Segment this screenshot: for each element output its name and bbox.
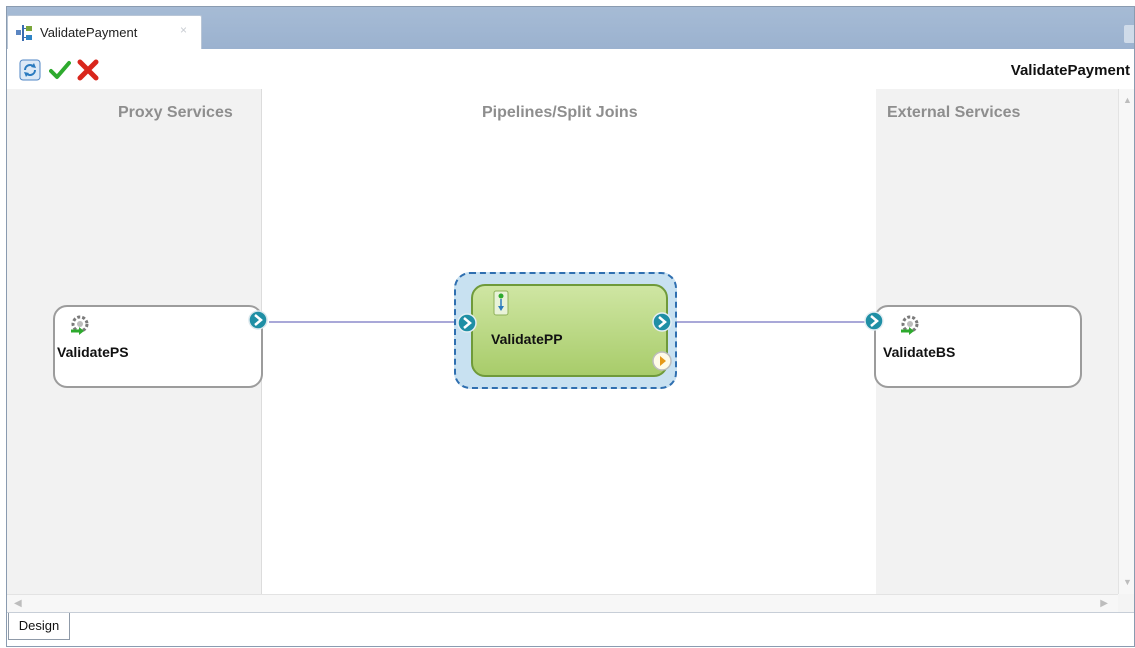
pipeline-label: ValidatePP [491,331,563,347]
design-canvas[interactable]: Proxy Services Pipelines/Split Joins Ext… [7,89,1118,594]
toolbar: ValidatePayment [7,49,1134,90]
editor-window: ValidatePayment × ValidatePayment Proxy … [6,6,1135,647]
pipeline-flow-icon [493,290,509,321]
business-service-node[interactable]: ValidateBS [874,305,1082,388]
proxy-services-title: Proxy Services [118,104,233,121]
scroll-up-icon[interactable]: ▲ [1123,95,1132,105]
tab-label: ValidatePayment [40,25,138,40]
wire-pp-to-bs[interactable] [671,321,867,323]
wire-ps-to-pp[interactable] [269,321,459,323]
proxy-service-out-port[interactable] [248,310,268,330]
pipelines-title: Pipelines/Split Joins [482,104,638,121]
gear-service-icon [67,313,93,344]
tab-design[interactable]: Design [8,613,70,640]
gear-service-icon [897,313,923,344]
vertical-scrollbar[interactable]: ▲ ▼ [1118,89,1134,594]
scroll-down-icon[interactable]: ▼ [1123,577,1132,587]
business-service-in-port[interactable] [864,311,884,331]
tab-close-icon[interactable]: × [180,23,187,37]
scroll-right-icon[interactable]: ▶ [1100,598,1108,609]
service-bus-overview-icon [16,25,34,46]
validate-check-icon[interactable] [49,59,71,81]
editor-tab-strip: ValidatePayment × [7,7,1134,49]
tab-validatepayment[interactable]: ValidatePayment × [7,15,202,49]
refresh-icon[interactable] [19,59,41,81]
external-services-title: External Services [887,104,1021,121]
composite-title: ValidatePayment [1010,62,1130,79]
tab-list-dropdown-button[interactable] [1124,25,1134,43]
business-service-label: ValidateBS [883,344,956,360]
pipeline-error-port[interactable] [652,351,672,371]
pipeline-in-port[interactable] [457,313,477,333]
horizontal-scrollbar[interactable]: ◀ ▶ [7,594,1118,613]
scroll-left-icon[interactable]: ◀ [14,598,22,609]
proxy-service-label: ValidatePS [57,344,129,360]
proxy-service-node[interactable]: ValidatePS [53,305,263,388]
editor-view-tabs: Design [7,612,1134,646]
pipeline-node[interactable]: ValidatePP [471,284,668,377]
pipeline-out-port[interactable] [652,312,672,332]
delete-x-icon[interactable] [77,59,99,81]
